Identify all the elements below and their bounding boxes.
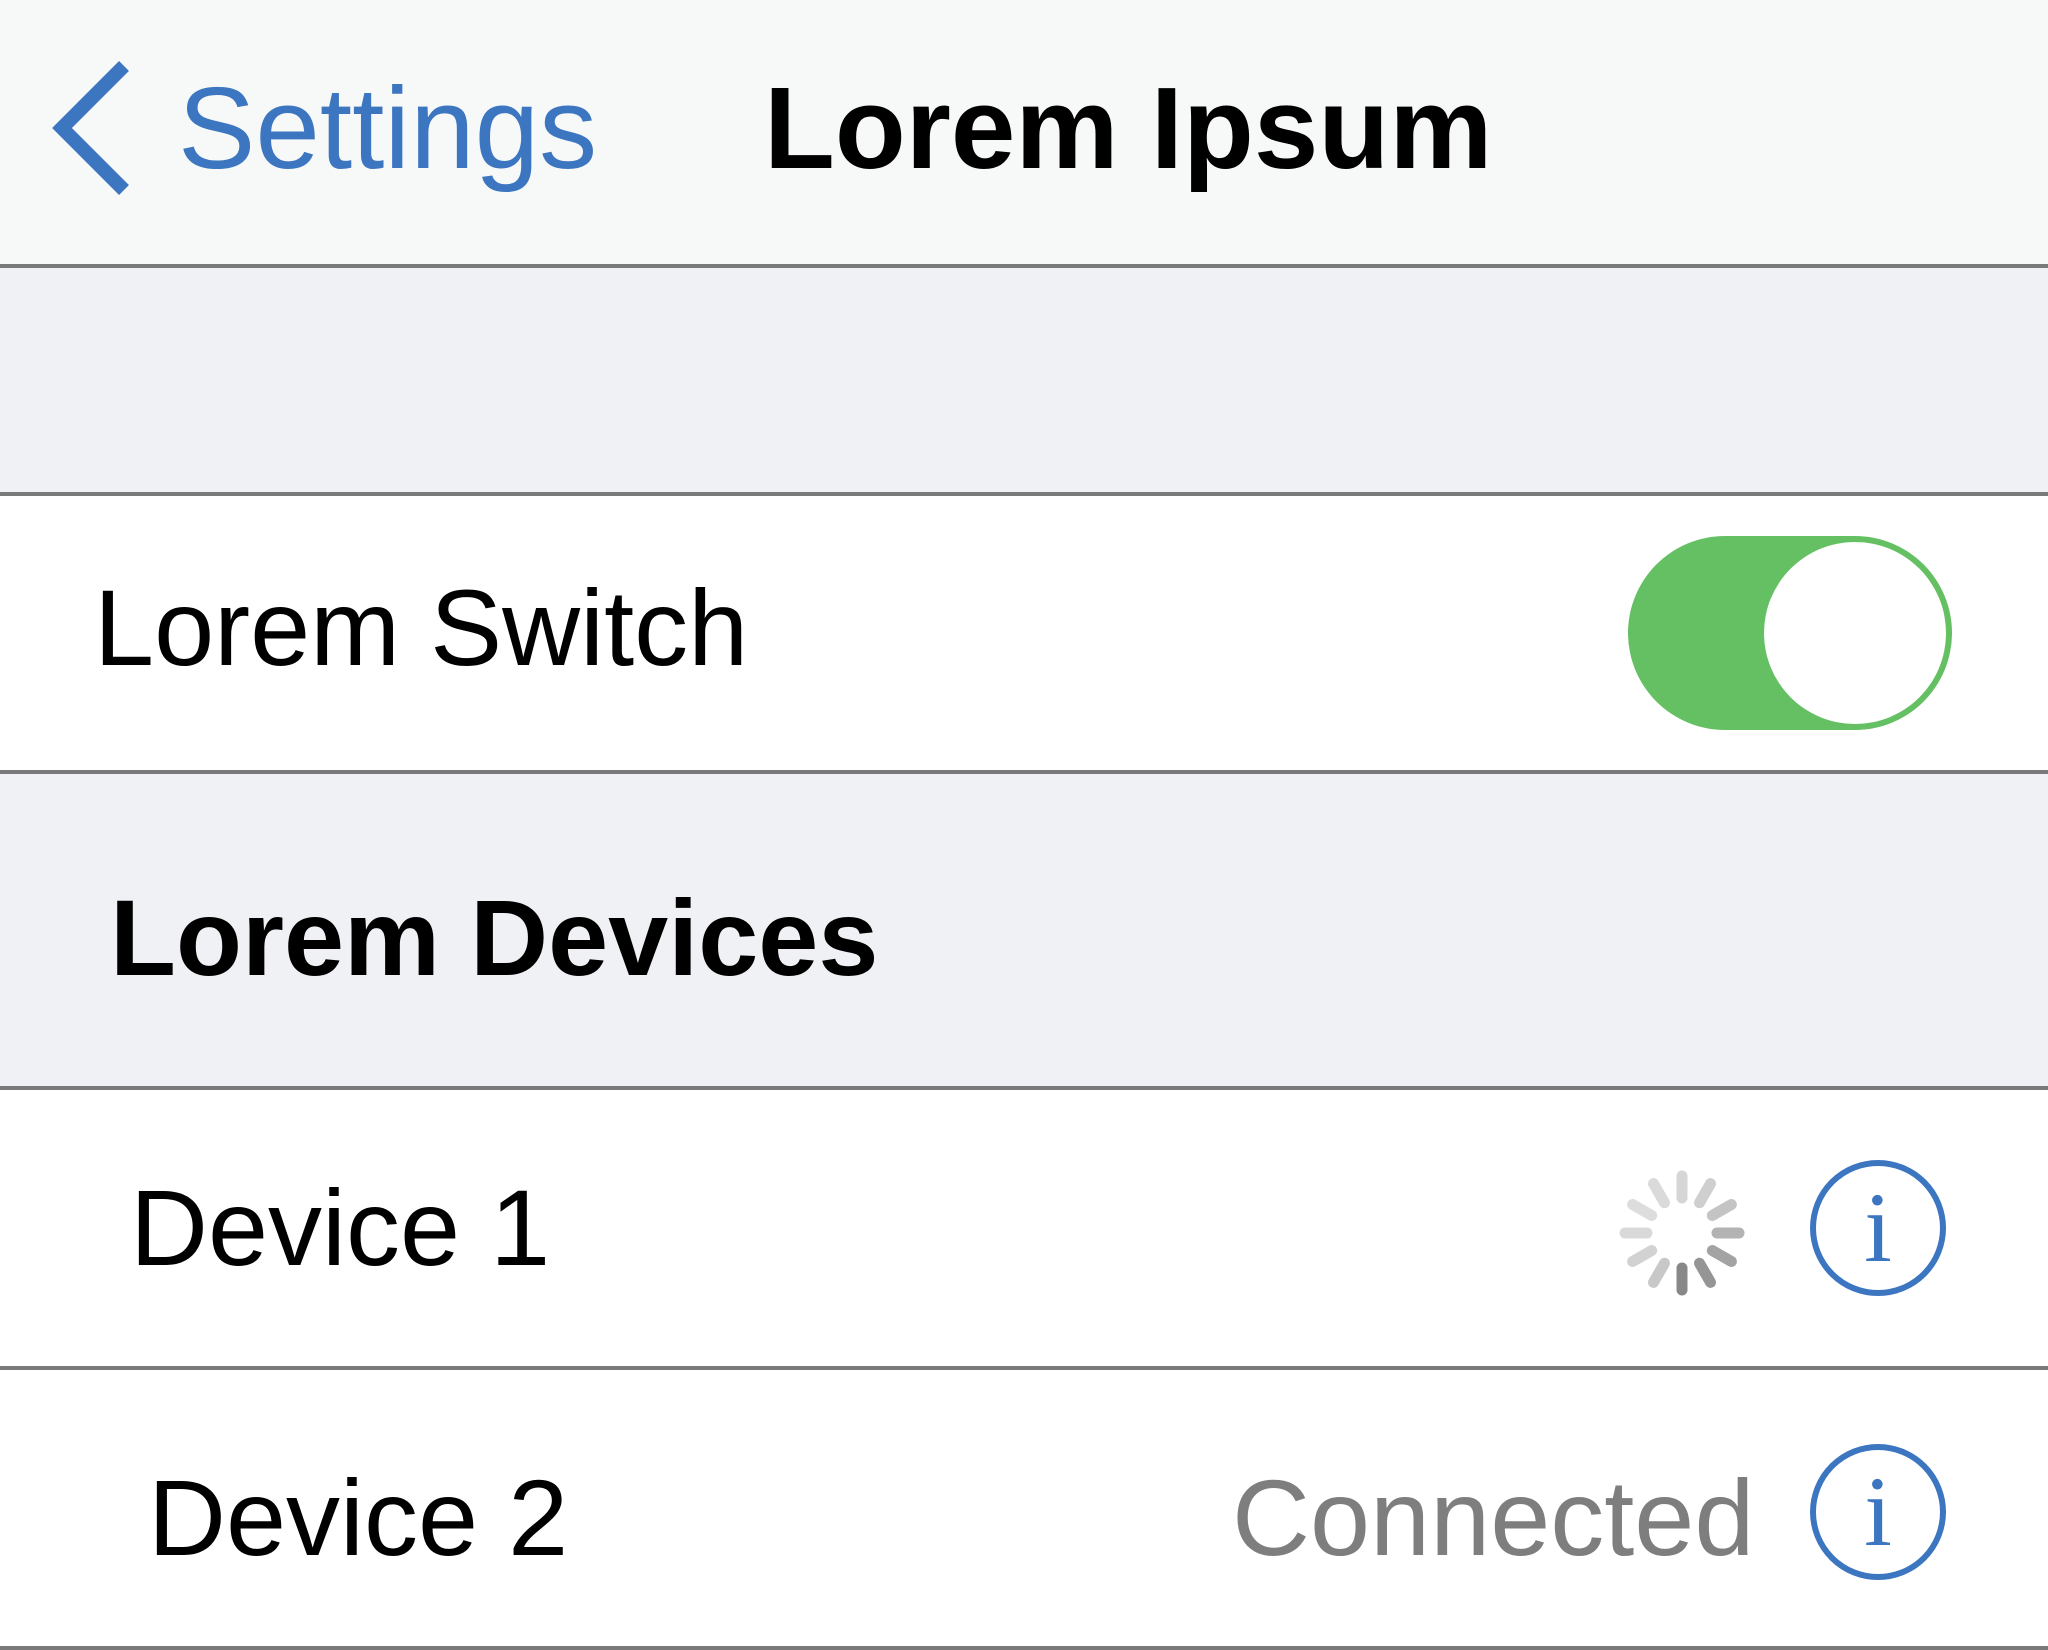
- page-title: Lorem Ipsum: [764, 63, 1493, 193]
- loading-spinner-icon: [1619, 1170, 1745, 1296]
- lorem-toggle-switch[interactable]: [1628, 536, 1952, 730]
- section-spacer: [0, 268, 2048, 496]
- device-name: Device 1: [130, 1167, 551, 1288]
- info-icon: i: [1864, 1172, 1892, 1283]
- device-row[interactable]: Device 1: [0, 1090, 2048, 1370]
- device-2-info-button[interactable]: i: [1810, 1444, 1946, 1580]
- info-icon: i: [1864, 1456, 1892, 1567]
- device-row[interactable]: Device 2 Connected: [0, 1370, 2048, 1650]
- toggle-knob: [1764, 542, 1946, 724]
- chevron-left-icon: [52, 61, 129, 195]
- settings-screen: Settings Lorem Ipsum Lorem Switch Lorem …: [0, 0, 2048, 1650]
- device-status: Connected: [1232, 1457, 1755, 1578]
- navigation-bar: Settings Lorem Ipsum: [0, 0, 2048, 268]
- back-button-label: Settings: [178, 63, 598, 193]
- section-header-devices: Lorem Devices: [0, 774, 2048, 1090]
- device-name: Device 2: [148, 1457, 569, 1578]
- section-header-title: Lorem Devices: [110, 877, 879, 998]
- switch-row-label: Lorem Switch: [94, 567, 749, 688]
- device-1-info-button[interactable]: i: [1810, 1160, 1946, 1296]
- back-button[interactable]: Settings: [48, 58, 597, 198]
